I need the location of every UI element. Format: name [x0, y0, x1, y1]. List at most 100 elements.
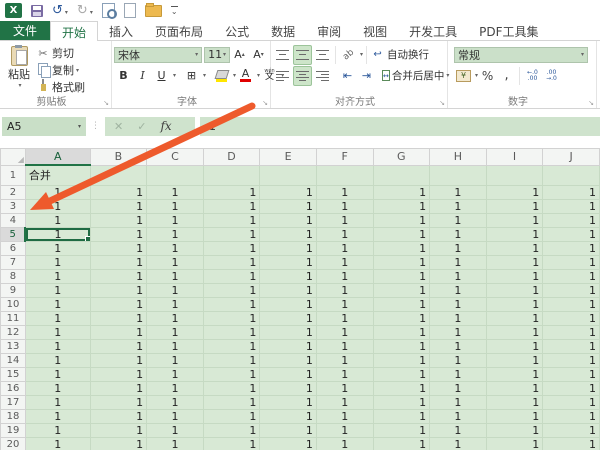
row-header-8[interactable]: 8: [1, 269, 26, 283]
cell-G19[interactable]: 1: [373, 423, 430, 437]
cell-B7[interactable]: 1: [90, 255, 147, 269]
cell-C1[interactable]: [147, 165, 204, 185]
cell-D5[interactable]: 1: [203, 227, 260, 241]
cell-E7[interactable]: 1: [260, 255, 317, 269]
cell-H13[interactable]: 1: [430, 339, 487, 353]
cell-J14[interactable]: 1: [543, 353, 600, 367]
cell-B18[interactable]: 1: [90, 409, 147, 423]
cell-H2[interactable]: 1: [430, 185, 487, 199]
cell-I4[interactable]: 1: [486, 213, 543, 227]
print-preview-icon[interactable]: [102, 3, 115, 18]
cell-F6[interactable]: 1: [316, 241, 373, 255]
shrink-font-button[interactable]: A▾: [250, 46, 267, 64]
cell-E13[interactable]: 1: [260, 339, 317, 353]
cell-A14[interactable]: 1: [25, 353, 90, 367]
cell-H11[interactable]: 1: [430, 311, 487, 325]
cell-H19[interactable]: 1: [430, 423, 487, 437]
bold-button[interactable]: B: [115, 67, 132, 85]
cell-H4[interactable]: 1: [430, 213, 487, 227]
cell-C20[interactable]: 1: [147, 437, 204, 450]
cell-A7[interactable]: 1: [25, 255, 90, 269]
cell-B13[interactable]: 1: [90, 339, 147, 353]
align-bottom-button[interactable]: [314, 46, 331, 64]
cell-C4[interactable]: 1: [147, 213, 204, 227]
orientation-button[interactable]: ab: [340, 46, 357, 64]
cell-I8[interactable]: 1: [486, 269, 543, 283]
cell-F17[interactable]: 1: [316, 395, 373, 409]
column-header-I[interactable]: I: [486, 149, 543, 166]
decrease-indent-button[interactable]: ⇤: [339, 67, 356, 85]
cell-E1[interactable]: [260, 165, 317, 185]
row-header-9[interactable]: 9: [1, 283, 26, 297]
paste-button[interactable]: 粘贴 ▾: [2, 44, 36, 95]
cell-H17[interactable]: 1: [430, 395, 487, 409]
cell-G12[interactable]: 1: [373, 325, 430, 339]
cell-D4[interactable]: 1: [203, 213, 260, 227]
cell-F9[interactable]: 1: [316, 283, 373, 297]
excel-logo-icon[interactable]: X: [5, 3, 22, 18]
italic-button[interactable]: I: [134, 67, 151, 85]
cell-B17[interactable]: 1: [90, 395, 147, 409]
cell-C11[interactable]: 1: [147, 311, 204, 325]
tab-formulas[interactable]: 公式: [214, 21, 260, 40]
percent-style-button[interactable]: %: [479, 67, 496, 85]
column-header-C[interactable]: C: [147, 149, 204, 166]
cell-E14[interactable]: 1: [260, 353, 317, 367]
cell-J1[interactable]: [543, 165, 600, 185]
cell-J11[interactable]: 1: [543, 311, 600, 325]
dialog-launcher-icon[interactable]: ↘: [439, 99, 445, 107]
cell-G7[interactable]: 1: [373, 255, 430, 269]
cell-A18[interactable]: 1: [25, 409, 90, 423]
cell-F5[interactable]: 1: [316, 227, 373, 241]
cell-F1[interactable]: [316, 165, 373, 185]
cell-B11[interactable]: 1: [90, 311, 147, 325]
cell-F11[interactable]: 1: [316, 311, 373, 325]
tab-insert[interactable]: 插入: [98, 21, 144, 40]
cell-C13[interactable]: 1: [147, 339, 204, 353]
cell-J8[interactable]: 1: [543, 269, 600, 283]
tab-file[interactable]: 文件: [0, 21, 50, 40]
row-header-10[interactable]: 10: [1, 297, 26, 311]
cell-H8[interactable]: 1: [430, 269, 487, 283]
cell-F13[interactable]: 1: [316, 339, 373, 353]
align-center-button[interactable]: [293, 66, 312, 86]
cell-D11[interactable]: 1: [203, 311, 260, 325]
row-header-14[interactable]: 14: [1, 353, 26, 367]
row-header-3[interactable]: 3: [1, 199, 26, 213]
cell-A4[interactable]: 1: [25, 213, 90, 227]
column-header-H[interactable]: H: [430, 149, 487, 166]
cell-H16[interactable]: 1: [430, 381, 487, 395]
drag-handle-icon[interactable]: ⋮: [91, 121, 100, 131]
undo-button[interactable]: ↺▾: [52, 4, 68, 17]
cell-A17[interactable]: 1: [25, 395, 90, 409]
cell-C14[interactable]: 1: [147, 353, 204, 367]
cell-J15[interactable]: 1: [543, 367, 600, 381]
cell-C12[interactable]: 1: [147, 325, 204, 339]
cell-D6[interactable]: 1: [203, 241, 260, 255]
cell-E20[interactable]: 1: [260, 437, 317, 450]
cell-J18[interactable]: 1: [543, 409, 600, 423]
cell-C2[interactable]: 1: [147, 185, 204, 199]
cell-A3[interactable]: 1: [25, 199, 90, 213]
cell-I14[interactable]: 1: [486, 353, 543, 367]
cell-A1[interactable]: 合并: [25, 165, 90, 185]
name-box[interactable]: A5▾: [2, 117, 86, 136]
cell-D15[interactable]: 1: [203, 367, 260, 381]
formula-input[interactable]: 1: [200, 117, 600, 136]
cell-H20[interactable]: 1: [430, 437, 487, 450]
wrap-text-button[interactable]: ↩: [371, 46, 384, 64]
row-header-19[interactable]: 19: [1, 423, 26, 437]
merge-center-label[interactable]: 合并后居中: [392, 68, 445, 83]
cell-C8[interactable]: 1: [147, 269, 204, 283]
cell-I9[interactable]: 1: [486, 283, 543, 297]
cell-G6[interactable]: 1: [373, 241, 430, 255]
cell-B14[interactable]: 1: [90, 353, 147, 367]
cell-F7[interactable]: 1: [316, 255, 373, 269]
cell-F12[interactable]: 1: [316, 325, 373, 339]
cell-I20[interactable]: 1: [486, 437, 543, 450]
font-size-combobox[interactable]: 11▾: [204, 47, 230, 63]
cell-C19[interactable]: 1: [147, 423, 204, 437]
cell-I6[interactable]: 1: [486, 241, 543, 255]
tab-page-layout[interactable]: 页面布局: [144, 21, 214, 40]
cell-J12[interactable]: 1: [543, 325, 600, 339]
